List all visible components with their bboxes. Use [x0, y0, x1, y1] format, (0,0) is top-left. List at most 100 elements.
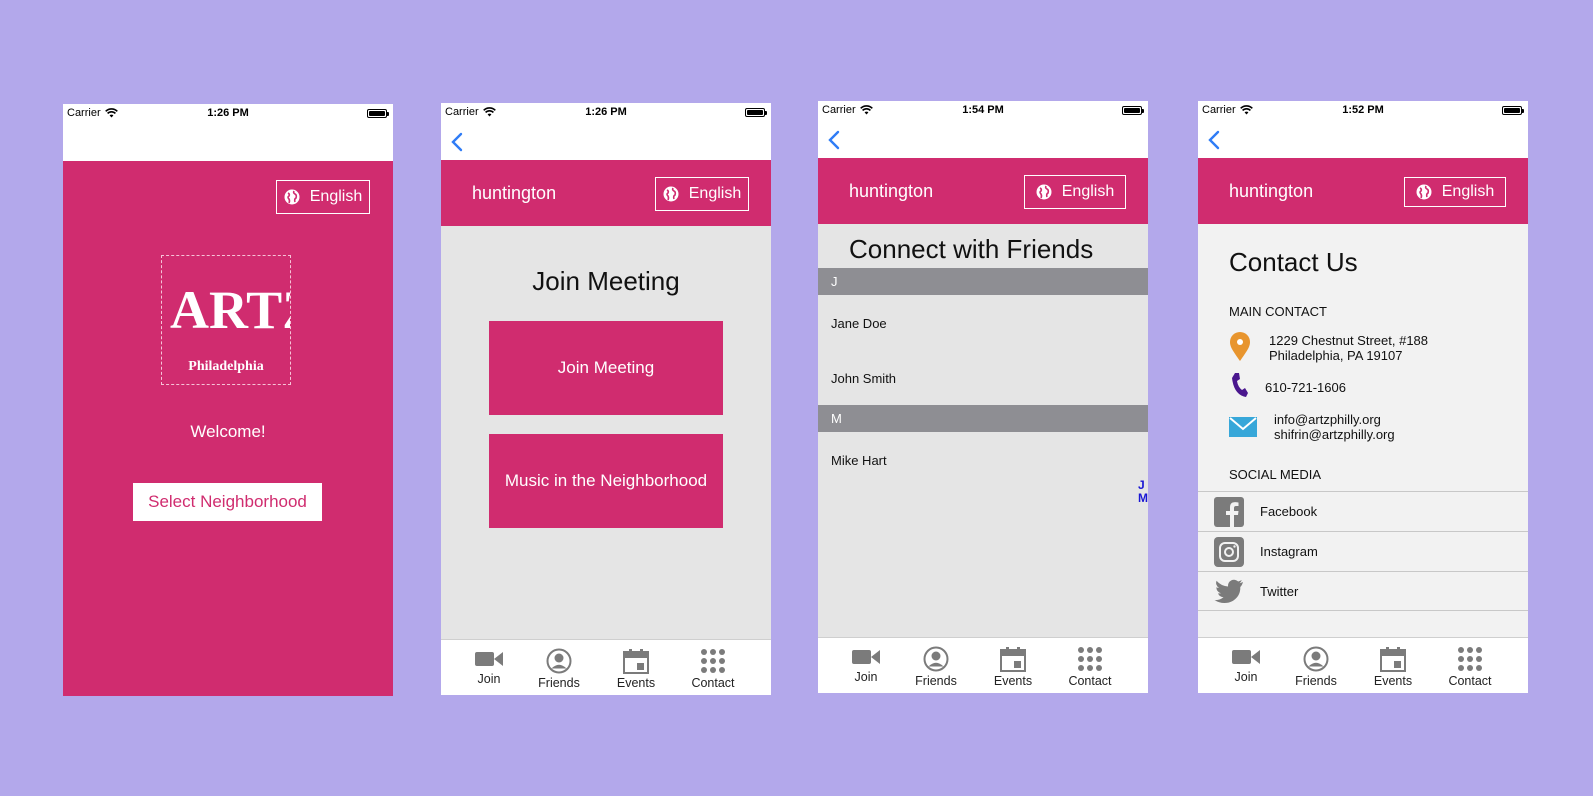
tab-contact[interactable]: Contact	[678, 648, 748, 690]
language-label: English	[1441, 183, 1495, 200]
calendar-icon	[623, 649, 649, 674]
page-title: Join Meeting	[532, 266, 680, 296]
battery-icon	[1122, 106, 1144, 115]
tab-join[interactable]: Join	[454, 648, 524, 686]
select-neighborhood-button[interactable]: Select Neighborhood	[133, 483, 322, 521]
language-label: English	[1061, 183, 1115, 200]
tab-contact[interactable]: Contact	[1055, 646, 1125, 688]
phone-number[interactable]: 610-721-1606	[1265, 380, 1346, 395]
tab-events[interactable]: Events	[978, 646, 1048, 688]
tab-events[interactable]: Events	[601, 648, 671, 690]
nav-bar	[63, 124, 393, 161]
tab-contact[interactable]: Contact	[1435, 646, 1505, 688]
calendar-icon	[1000, 647, 1026, 672]
friend-row-jane-doe[interactable]: Jane Doe	[831, 316, 887, 331]
battery-icon	[1502, 106, 1524, 115]
globe-icon	[284, 189, 300, 205]
tab-label: Events	[993, 674, 1033, 688]
index-letter-m[interactable]: M	[1138, 492, 1148, 505]
status-bar: Carrier 1:54 PM	[818, 101, 1148, 121]
social-row-instagram[interactable]: Instagram	[1198, 531, 1528, 571]
tab-join[interactable]: Join	[1211, 646, 1281, 684]
tab-bar: Join Friends Events Contact	[818, 637, 1148, 693]
address: 1229 Chestnut Street, #188 Philadelphia,…	[1269, 333, 1429, 363]
friend-row-mike-hart[interactable]: Mike Hart	[831, 453, 887, 468]
status-time: 1:54 PM	[962, 104, 1004, 116]
header-bar: huntington English	[441, 160, 771, 226]
tab-label: Join	[477, 672, 501, 686]
friend-row-john-smith[interactable]: John Smith	[831, 371, 896, 386]
tab-friends[interactable]: Friends	[901, 646, 971, 688]
instagram-icon	[1214, 536, 1244, 567]
tab-label: Friends	[538, 676, 580, 690]
music-neighborhood-button[interactable]: Music in the Neighborhood	[489, 434, 723, 528]
location-pin-icon	[1230, 332, 1250, 361]
grid-icon	[1078, 647, 1102, 671]
tab-join[interactable]: Join	[831, 646, 901, 684]
tab-label: Events	[616, 676, 656, 690]
social-media-label: SOCIAL MEDIA	[1229, 467, 1321, 482]
person-icon	[923, 646, 949, 672]
globe-icon	[1036, 184, 1052, 200]
phone-icon	[1232, 373, 1248, 397]
status-bar: Carrier 1:26 PM	[63, 104, 393, 124]
language-button[interactable]: English	[276, 180, 370, 214]
main-contact-label: MAIN CONTACT	[1229, 304, 1327, 319]
back-chevron-icon[interactable]	[1204, 129, 1226, 151]
tab-label: Contact	[691, 676, 735, 690]
person-icon	[1303, 646, 1329, 672]
email-list: info@artzphilly.org shifrin@artzphilly.o…	[1274, 412, 1395, 442]
nav-bar	[441, 123, 771, 160]
tab-label: Events	[1373, 674, 1413, 688]
section-header-j: J	[818, 268, 1148, 295]
section-index[interactable]: J M	[1138, 479, 1148, 505]
social-label: Facebook	[1260, 504, 1318, 519]
tab-label: Join	[1234, 670, 1258, 684]
social-row-twitter[interactable]: Twitter	[1198, 571, 1528, 611]
social-row-facebook[interactable]: Facebook	[1198, 491, 1528, 531]
language-button[interactable]: English	[655, 177, 749, 211]
globe-icon	[1416, 184, 1432, 200]
page-title: Connect with Friends	[849, 234, 1094, 264]
globe-icon	[663, 186, 679, 202]
video-camera-icon	[475, 652, 503, 666]
neighborhood-name: huntington	[1229, 181, 1314, 201]
status-bar: Carrier 1:52 PM	[1198, 101, 1528, 121]
tab-events[interactable]: Events	[1358, 646, 1428, 688]
status-time: 1:26 PM	[207, 107, 249, 119]
section-header-m: M	[818, 405, 1148, 432]
mail-icon	[1229, 417, 1257, 437]
language-button[interactable]: English	[1024, 175, 1126, 209]
tab-friends[interactable]: Friends	[1281, 646, 1351, 688]
welcome-screen: Carrier 1:26 PM English ARTZ Philadelphi…	[63, 104, 393, 696]
nav-bar	[1198, 121, 1528, 158]
back-chevron-icon[interactable]	[824, 129, 846, 151]
language-button[interactable]: English	[1404, 177, 1506, 207]
tab-label: Friends	[915, 674, 957, 688]
social-label: Instagram	[1260, 544, 1318, 559]
status-time: 1:26 PM	[585, 106, 627, 118]
social-label: Twitter	[1260, 583, 1299, 599]
tab-bar: Join Friends Events Contact	[441, 639, 771, 695]
join-meeting-button[interactable]: Join Meeting	[489, 321, 723, 415]
nav-bar	[818, 121, 1148, 158]
tab-friends[interactable]: Friends	[524, 648, 594, 690]
email-shifrin[interactable]: shifrin@artzphilly.org	[1274, 427, 1395, 442]
person-icon	[546, 648, 572, 674]
grid-icon	[1458, 647, 1482, 671]
tab-label: Friends	[1295, 674, 1337, 688]
header-bar: huntington English	[818, 158, 1148, 224]
status-time: 1:52 PM	[1342, 104, 1384, 116]
header-bar: huntington English	[1198, 158, 1528, 224]
video-camera-icon	[852, 650, 880, 664]
back-chevron-icon[interactable]	[447, 131, 469, 153]
neighborhood-name: huntington	[849, 181, 934, 201]
email-info[interactable]: info@artzphilly.org	[1274, 412, 1395, 427]
twitter-icon	[1214, 579, 1243, 603]
facebook-icon	[1214, 496, 1244, 527]
battery-icon	[367, 109, 389, 118]
tab-bar: Join Friends Events Contact	[1198, 637, 1528, 693]
language-label: English	[309, 188, 363, 205]
svg-text:ARTZ: ARTZ	[170, 280, 290, 340]
language-label: English	[688, 185, 742, 202]
